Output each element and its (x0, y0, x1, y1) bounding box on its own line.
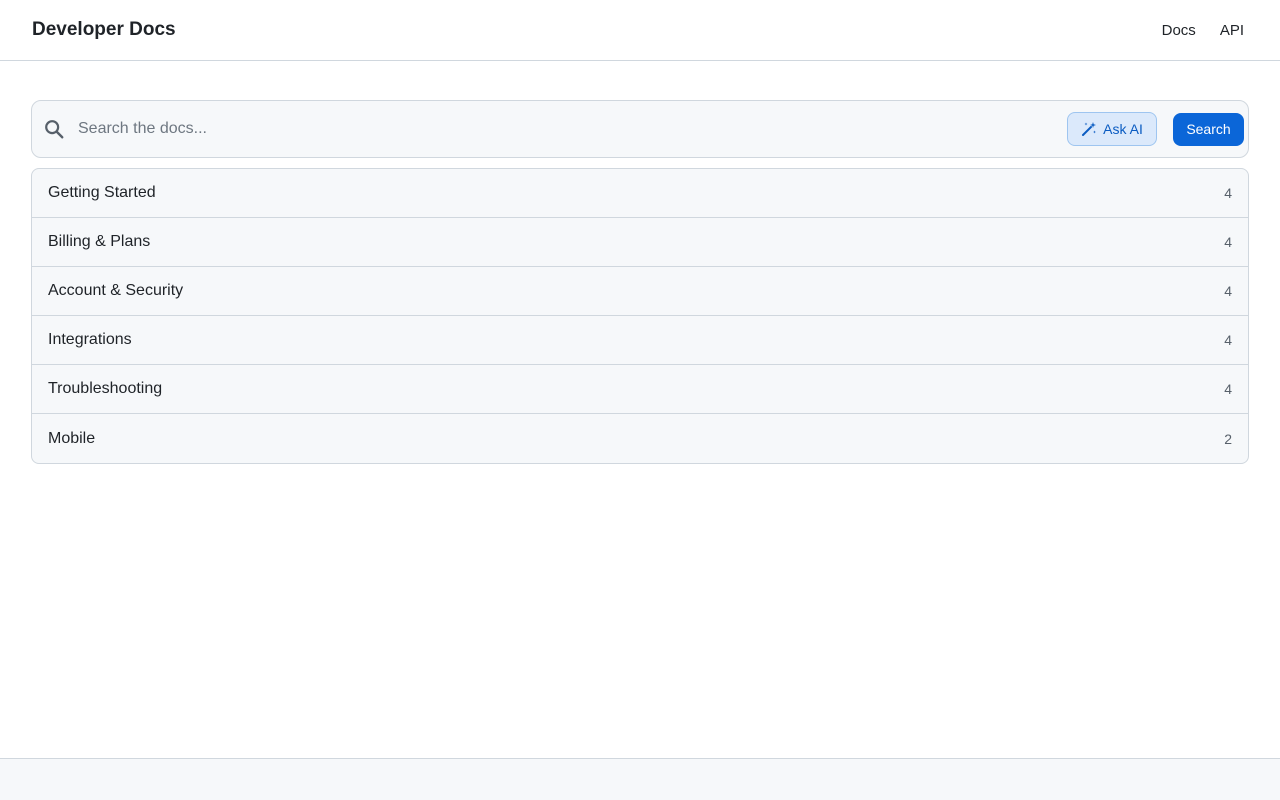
category-name: Getting Started (48, 184, 156, 201)
category-name: Integrations (48, 331, 132, 348)
category-count: 4 (1224, 234, 1232, 250)
ask-ai-label: Ask AI (1103, 121, 1143, 137)
category-name: Mobile (48, 429, 96, 447)
nav-link-docs[interactable]: Docs (1162, 22, 1196, 39)
category-count: 4 (1224, 283, 1232, 299)
category-count: 4 (1224, 332, 1232, 348)
search-button[interactable]: Search (1173, 112, 1244, 146)
category-name: Troubleshooting (48, 380, 163, 397)
search-bar: Ask AI Search (31, 100, 1249, 158)
category-row-account-security[interactable]: Account & Security 4 (32, 267, 1248, 316)
category-count: 4 (1224, 381, 1232, 397)
category-count: 2 (1224, 430, 1232, 447)
category-count: 4 (1224, 185, 1232, 201)
nav-link-api[interactable]: API (1220, 22, 1244, 39)
category-row-integrations[interactable]: Integrations 4 (32, 316, 1248, 365)
ask-ai-button[interactable]: Ask AI (1067, 112, 1157, 146)
search-input[interactable] (78, 101, 1067, 157)
category-name: Billing & Plans (48, 233, 151, 250)
category-row-troubleshooting[interactable]: Troubleshooting 4 (32, 365, 1248, 414)
category-row-mobile[interactable]: Mobile 2 (32, 414, 1248, 463)
category-row-getting-started[interactable]: Getting Started 4 (32, 169, 1248, 218)
magic-wand-icon (1082, 122, 1097, 136)
search-icon (45, 120, 64, 139)
top-header: Developer Docs Docs API (0, 0, 1280, 61)
page-footer (0, 758, 1280, 800)
category-row-billing-plans[interactable]: Billing & Plans 4 (32, 218, 1248, 267)
category-name: Account & Security (48, 282, 184, 299)
category-list: Getting Started 4 Billing & Plans 4 Acco… (31, 168, 1249, 464)
site-title[interactable]: Developer Docs (32, 19, 176, 41)
top-nav: Docs API (1162, 22, 1244, 39)
